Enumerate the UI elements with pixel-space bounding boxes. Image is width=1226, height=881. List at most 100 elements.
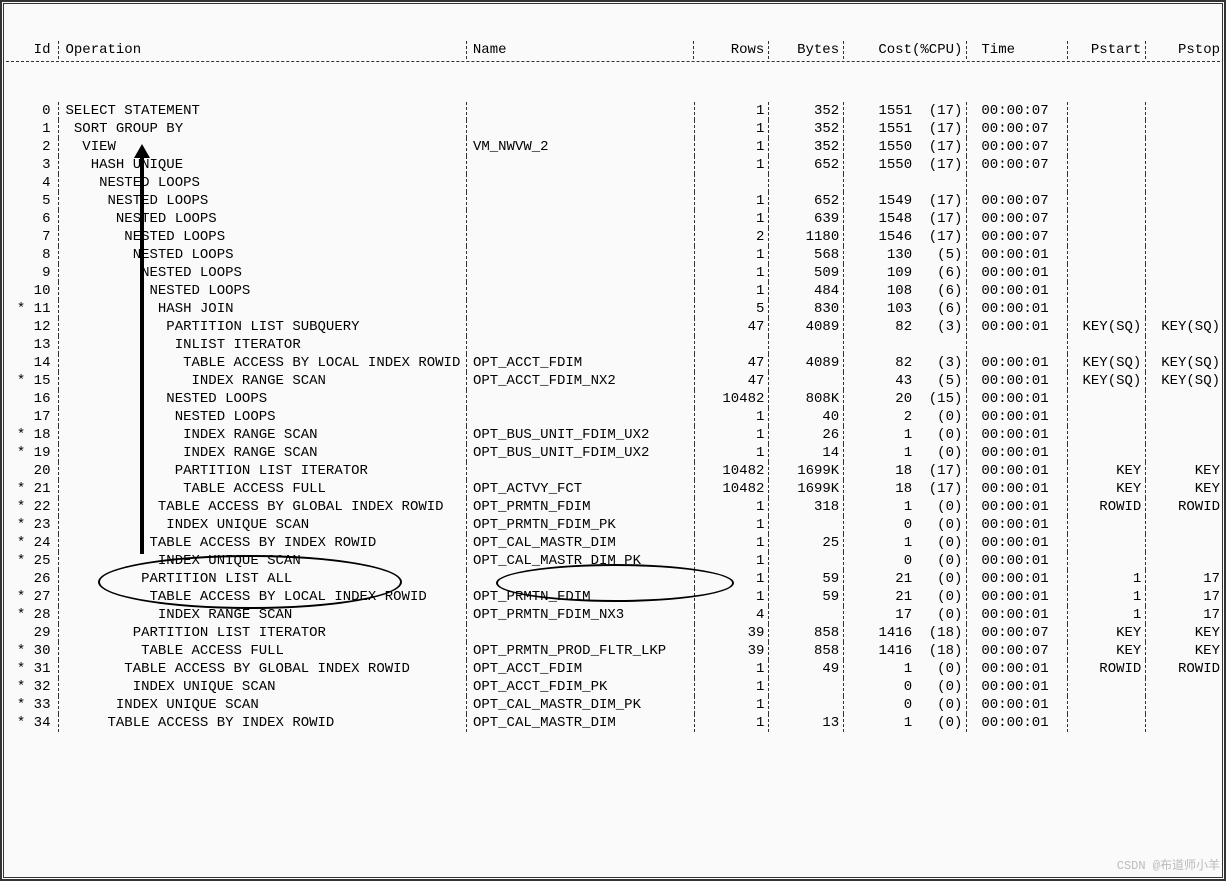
cell-pstop: KEY(SQ)	[1152, 372, 1220, 390]
cell-pstop: KEY	[1152, 642, 1220, 660]
cell-cost: 1546	[850, 228, 912, 246]
col-pstop: Pstop	[1152, 41, 1220, 59]
cell-rows: 10482	[701, 480, 765, 498]
cell-rows: 47	[701, 354, 765, 372]
cell-id: * 28	[6, 606, 54, 624]
cell-id: 8	[6, 246, 54, 264]
cell-operation: PARTITION LIST SUBQUERY	[65, 318, 461, 336]
cell-pstart	[1074, 408, 1142, 426]
cell-pstart	[1074, 174, 1142, 192]
cell-bytes: 352	[775, 102, 839, 120]
cell-cost: 1550	[850, 156, 912, 174]
cell-pstop	[1152, 390, 1220, 408]
cell-operation: SORT GROUP BY	[65, 120, 461, 138]
cell-bytes: 484	[775, 282, 839, 300]
cell-pstop	[1152, 156, 1220, 174]
cell-operation: NESTED LOOPS	[65, 228, 461, 246]
cell-name	[473, 156, 690, 174]
cell-rows: 1	[701, 156, 765, 174]
cell-bytes: 639	[775, 210, 839, 228]
cell-bytes: 808K	[775, 390, 839, 408]
cell-cost: 1416	[850, 642, 912, 660]
cell-pstart	[1074, 516, 1142, 534]
cell-cpu: (0)	[912, 606, 962, 624]
cell-bytes: 352	[775, 138, 839, 156]
cell-cpu: (0)	[912, 498, 962, 516]
cell-bytes: 568	[775, 246, 839, 264]
cell-name	[473, 210, 690, 228]
cell-cost: 1549	[850, 192, 912, 210]
cell-bytes: 59	[775, 570, 839, 588]
table-row: 26 PARTITION LIST ALL15921(0)00:00:01117	[6, 570, 1220, 588]
cell-operation: INDEX UNIQUE SCAN	[65, 552, 461, 570]
cell-pstop: KEY	[1152, 480, 1220, 498]
cell-bytes: 40	[775, 408, 839, 426]
cell-rows	[701, 336, 765, 354]
cell-id: * 19	[6, 444, 54, 462]
cell-pstart	[1074, 300, 1142, 318]
cell-name: OPT_BUS_UNIT_FDIM_UX2	[473, 426, 690, 444]
cell-bytes: 59	[775, 588, 839, 606]
cell-time: 00:00:01	[973, 714, 1062, 732]
cell-time: 00:00:01	[973, 480, 1062, 498]
cell-bytes: 830	[775, 300, 839, 318]
table-header: Id Operation Name Rows Bytes Cost (%CPU)…	[6, 41, 1220, 62]
cell-bytes: 1699K	[775, 480, 839, 498]
cell-name: OPT_CAL_MASTR_DIM_PK	[473, 552, 690, 570]
cell-pstop: ROWID	[1152, 498, 1220, 516]
cell-operation: INDEX RANGE SCAN	[65, 606, 461, 624]
cell-pstart: ROWID	[1074, 660, 1142, 678]
cell-pstart	[1074, 390, 1142, 408]
cell-pstop: KEY	[1152, 624, 1220, 642]
cell-bytes	[775, 516, 839, 534]
cell-id: * 34	[6, 714, 54, 732]
table-row: * 34 TABLE ACCESS BY INDEX ROWIDOPT_CAL_…	[6, 714, 1220, 732]
cell-cost: 1550	[850, 138, 912, 156]
cell-time: 00:00:01	[973, 696, 1062, 714]
col-bytes: Bytes	[775, 41, 839, 59]
cell-pstop	[1152, 246, 1220, 264]
cell-id: 4	[6, 174, 54, 192]
col-op: Operation	[65, 41, 461, 59]
cell-rows: 1	[701, 264, 765, 282]
col-time: Time	[973, 41, 1062, 59]
cell-time: 00:00:01	[973, 282, 1062, 300]
cell-cpu: (6)	[912, 282, 962, 300]
cell-pstop: 17	[1152, 570, 1220, 588]
cell-time: 00:00:07	[973, 156, 1062, 174]
cell-cost: 21	[850, 588, 912, 606]
cell-cpu: (0)	[912, 552, 962, 570]
cell-pstart: KEY	[1074, 642, 1142, 660]
cell-id: 26	[6, 570, 54, 588]
cell-bytes: 1180	[775, 228, 839, 246]
table-row: * 23 INDEX UNIQUE SCANOPT_PRMTN_FDIM_PK1…	[6, 516, 1220, 534]
cell-time: 00:00:07	[973, 102, 1062, 120]
cell-id: 5	[6, 192, 54, 210]
cell-pstop	[1152, 678, 1220, 696]
cell-cost: 18	[850, 462, 912, 480]
cell-operation: NESTED LOOPS	[65, 246, 461, 264]
cell-pstop	[1152, 300, 1220, 318]
cell-id: * 15	[6, 372, 54, 390]
cell-rows: 1	[701, 408, 765, 426]
cell-cost: 0	[850, 678, 912, 696]
col-rows: Rows	[700, 41, 764, 59]
cell-cost: 0	[850, 552, 912, 570]
cell-cpu: (0)	[912, 570, 962, 588]
cell-time: 00:00:01	[973, 318, 1062, 336]
cell-id: 7	[6, 228, 54, 246]
cell-bytes: 1699K	[775, 462, 839, 480]
cell-pstop	[1152, 552, 1220, 570]
cell-cost: 1416	[850, 624, 912, 642]
cell-operation: NESTED LOOPS	[65, 408, 461, 426]
table-row: 6 NESTED LOOPS16391548(17)00:00:07	[6, 210, 1220, 228]
cell-rows: 1	[701, 516, 765, 534]
col-cpu: (%CPU)	[912, 41, 962, 59]
cell-name: OPT_CAL_MASTR_DIM	[473, 534, 690, 552]
cell-operation: PARTITION LIST ALL	[65, 570, 461, 588]
cell-time: 00:00:01	[973, 516, 1062, 534]
cell-pstop	[1152, 426, 1220, 444]
cell-pstart	[1074, 210, 1142, 228]
cell-rows: 1	[701, 678, 765, 696]
table-row: * 32 INDEX UNIQUE SCANOPT_ACCT_FDIM_PK10…	[6, 678, 1220, 696]
